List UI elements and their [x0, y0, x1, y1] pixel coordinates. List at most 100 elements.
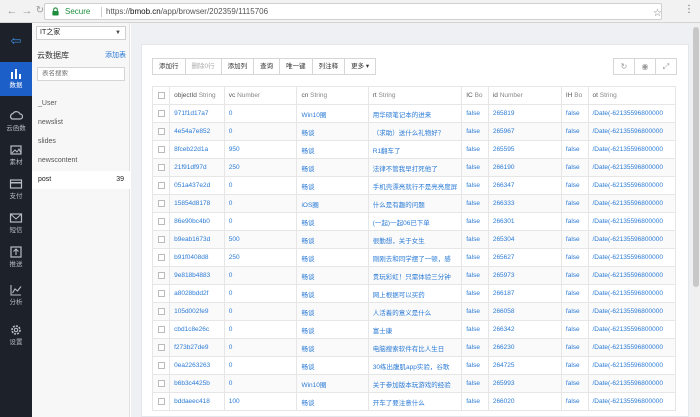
- table-row[interactable]: b91f0408d8 250 畅谈 刚刚去和同学摆了一顿，感 false 265627 fa…: [152, 248, 676, 267]
- table-cell[interactable]: false: [461, 176, 489, 195]
- table-cell[interactable]: 0: [223, 266, 298, 285]
- table-cell[interactable]: false: [461, 194, 489, 213]
- column-header[interactable]: IH Bo: [560, 86, 589, 105]
- table-cell[interactable]: false: [461, 122, 489, 141]
- table-cell[interactable]: 266190: [487, 158, 562, 177]
- table-cell[interactable]: false: [461, 392, 489, 411]
- table-cell[interactable]: false: [560, 302, 589, 321]
- table-cell[interactable]: 电脑搜索软件有比人生日: [367, 338, 463, 357]
- table-cell[interactable]: false: [560, 176, 589, 195]
- address-bar[interactable]: Secure https://bmob.cn/app/browser/20235…: [44, 3, 662, 20]
- bookmark-star-icon[interactable]: ☆: [653, 7, 662, 21]
- row-checkbox[interactable]: [152, 392, 171, 411]
- table-cell[interactable]: 畅谈: [296, 230, 369, 249]
- table-cell[interactable]: false: [560, 374, 589, 393]
- select-all-checkbox[interactable]: [152, 86, 171, 105]
- table-search[interactable]: [37, 67, 125, 81]
- table-cell[interactable]: /Date(-62135596800000: [587, 248, 676, 267]
- table-cell[interactable]: 畅谈: [296, 266, 369, 285]
- table-cell[interactable]: bddaeec418: [169, 392, 225, 411]
- table-row[interactable]: 8fceb22d1a 950 畅谈 R1翻车了 false 265595 false/Dat…: [152, 140, 676, 159]
- table-cell[interactable]: Win10圈: [296, 374, 369, 393]
- table-cell[interactable]: b91f0408d8: [169, 248, 225, 267]
- back-arrow-icon[interactable]: ⇦: [8, 34, 24, 47]
- column-header[interactable]: id Number: [487, 86, 562, 105]
- unique-key-button[interactable]: 唯一键: [279, 58, 313, 75]
- table-cell[interactable]: 0: [223, 194, 298, 213]
- table-cell[interactable]: 0: [223, 284, 298, 303]
- browser-menu-icon[interactable]: ⋮: [684, 3, 694, 17]
- table-cell[interactable]: b9eab1673d: [169, 230, 225, 249]
- table-cell[interactable]: 265595: [487, 140, 562, 159]
- column-header[interactable]: rt String: [367, 86, 463, 105]
- table-cell[interactable]: false: [461, 338, 489, 357]
- app-selector[interactable]: IT之家 ▼: [36, 26, 126, 40]
- table-cell[interactable]: /Date(-62135596800000: [587, 356, 676, 375]
- row-checkbox[interactable]: [152, 302, 171, 321]
- table-cell[interactable]: 畅谈: [296, 356, 369, 375]
- table-cell[interactable]: false: [461, 356, 489, 375]
- table-cell[interactable]: false: [560, 248, 589, 267]
- table-cell[interactable]: 9e818b4883: [169, 266, 225, 285]
- table-cell[interactable]: 用华硕笔记本的进来: [367, 104, 463, 123]
- table-cell[interactable]: /Date(-62135596800000: [587, 338, 676, 357]
- table-cell[interactable]: false: [461, 230, 489, 249]
- table-cell[interactable]: cbd1c8e26c: [169, 320, 225, 339]
- table-row[interactable]: b9eab1673d 500 畅谈 很勤想，关于女生 false 265304 false /…: [152, 230, 676, 249]
- table-cell[interactable]: 266301: [487, 212, 562, 231]
- nav-item-settings[interactable]: 设置: [0, 319, 32, 353]
- table-cell[interactable]: 关于参加版本玩游戏的经验: [367, 374, 463, 393]
- table-cell[interactable]: 0ea2263263: [169, 356, 225, 375]
- table-cell[interactable]: 86e90bc4b0: [169, 212, 225, 231]
- table-cell[interactable]: false: [560, 338, 589, 357]
- table-cell[interactable]: 0: [223, 104, 298, 123]
- table-cell[interactable]: /Date(-62135596800000: [587, 320, 676, 339]
- table-cell[interactable]: /Date(-62135596800000: [587, 230, 676, 249]
- table-cell[interactable]: 266058: [487, 302, 562, 321]
- table-cell[interactable]: 畅谈: [296, 176, 369, 195]
- table-cell[interactable]: 手机壳漂亮就行不是亮亮度屏: [367, 176, 463, 195]
- add-column-button[interactable]: 添加列: [220, 58, 255, 75]
- add-table-link[interactable]: 添加表: [105, 50, 126, 60]
- table-row[interactable]: cbd1c8e26c 0 畅谈 富士康 false 266342 false/Date(-6…: [152, 320, 676, 339]
- table-cell[interactable]: 950: [223, 140, 298, 159]
- table-cell[interactable]: （求助）送什么礼物好？: [367, 122, 463, 141]
- table-cell[interactable]: false: [560, 266, 589, 285]
- table-cell[interactable]: iOS圈: [296, 194, 369, 213]
- table-cell[interactable]: false: [560, 356, 589, 375]
- table-cell[interactable]: /Date(-62135596800000: [587, 194, 676, 213]
- table-cell[interactable]: 265304: [487, 230, 562, 249]
- table-item-slides[interactable]: slides: [32, 133, 130, 151]
- table-cell[interactable]: 畅谈: [296, 158, 369, 177]
- table-cell[interactable]: 0: [223, 374, 298, 393]
- table-cell[interactable]: false: [560, 284, 589, 303]
- nav-item-data[interactable]: 数据: [0, 62, 32, 96]
- table-cell[interactable]: 0: [223, 122, 298, 141]
- table-cell[interactable]: 266347: [487, 176, 562, 195]
- table-cell[interactable]: 21f91df97d: [169, 158, 225, 177]
- table-cell[interactable]: false: [461, 302, 489, 321]
- table-cell[interactable]: 051a437e2d: [169, 176, 225, 195]
- table-cell[interactable]: 266020: [487, 392, 562, 411]
- table-cell[interactable]: 畅谈: [296, 122, 369, 141]
- table-row[interactable]: 971f1d17a7 0 Win10圈 用华硕笔记本的进来 false 265819 fal…: [152, 104, 676, 123]
- table-cell[interactable]: 265993: [487, 374, 562, 393]
- nav-item-cloud-code[interactable]: 云函数: [0, 105, 32, 139]
- row-checkbox[interactable]: [152, 230, 171, 249]
- row-checkbox[interactable]: [152, 176, 171, 195]
- table-row[interactable]: 105d002fe9 0 畅谈 人活着的意义是什么 false 266058 false/D…: [152, 302, 676, 321]
- row-checkbox[interactable]: [152, 374, 171, 393]
- row-checkbox[interactable]: [152, 320, 171, 339]
- table-cell[interactable]: 富士康: [367, 320, 463, 339]
- table-cell[interactable]: /Date(-62135596800000: [587, 104, 676, 123]
- table-cell[interactable]: 很勤想，关于女生: [367, 230, 463, 249]
- table-cell[interactable]: false: [461, 374, 489, 393]
- table-cell[interactable]: false: [560, 230, 589, 249]
- table-cell[interactable]: 264725: [487, 356, 562, 375]
- table-cell[interactable]: /Date(-62135596800000: [587, 392, 676, 411]
- nav-item-sms[interactable]: 短信: [0, 207, 32, 241]
- table-row[interactable]: 4e54a7e852 0 畅谈 （求助）送什么礼物好？ false 265967 false…: [152, 122, 676, 141]
- table-cell[interactable]: 971f1d17a7: [169, 104, 225, 123]
- table-item-post[interactable]: post 39: [32, 171, 130, 189]
- table-cell[interactable]: /Date(-62135596800000: [587, 284, 676, 303]
